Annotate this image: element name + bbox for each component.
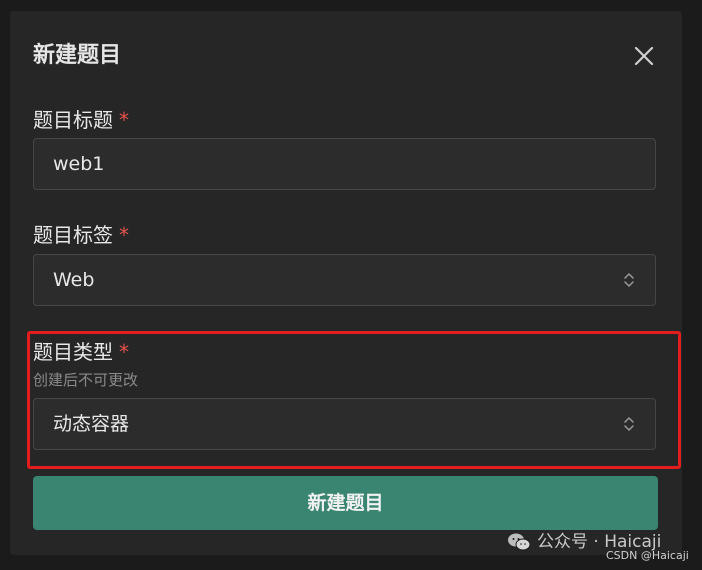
title-label-text: 题目标题	[33, 108, 113, 132]
csdn-credit: CSDN @Haicaji	[606, 549, 689, 562]
tag-select-value: Web	[53, 269, 95, 291]
wechat-icon	[508, 533, 531, 551]
tag-field-label: 题目标签 *	[33, 222, 129, 248]
create-problem-button[interactable]: 新建题目	[33, 476, 658, 530]
tag-label-text: 题目标签	[33, 223, 113, 247]
title-field-label: 题目标题 *	[33, 107, 129, 133]
close-button[interactable]	[630, 42, 658, 70]
tag-select[interactable]: Web	[33, 254, 656, 306]
close-icon	[634, 46, 654, 66]
title-input[interactable]: web1	[33, 138, 656, 190]
dialog-title: 新建题目	[33, 43, 122, 68]
highlight-box	[27, 331, 681, 469]
required-mark: *	[119, 108, 129, 132]
title-input-value: web1	[53, 153, 105, 175]
chevron-updown-icon	[624, 273, 634, 287]
required-mark: *	[119, 223, 129, 247]
